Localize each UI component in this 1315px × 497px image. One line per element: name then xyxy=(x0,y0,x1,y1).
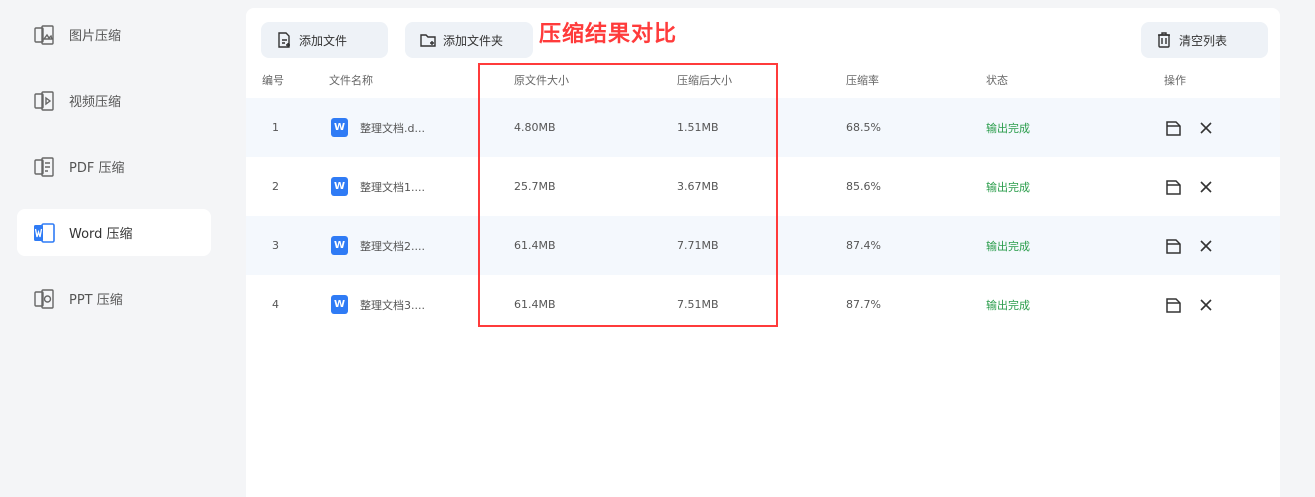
image-compress-icon xyxy=(33,24,55,46)
row-actions xyxy=(1164,275,1216,334)
sidebar-item-pdf-compress[interactable]: PDF 压缩 xyxy=(17,143,211,190)
open-folder-icon[interactable] xyxy=(1164,236,1184,256)
open-folder-icon[interactable] xyxy=(1164,177,1184,197)
file-name-text: 整理文档3.... xyxy=(360,298,425,312)
row-actions xyxy=(1164,157,1216,216)
row-file-name: W 整理文档1.... xyxy=(331,157,425,216)
open-folder-icon[interactable] xyxy=(1164,118,1184,138)
row-compressed-size: 7.71MB xyxy=(677,239,719,252)
table-header: 编号 文件名称 原文件大小 压缩后大小 压缩率 状态 操作 xyxy=(246,60,1280,98)
word-file-icon: W xyxy=(331,295,348,314)
annotation-label: 压缩结果对比 xyxy=(539,22,678,47)
row-file-name: W 整理文档.d... xyxy=(331,98,425,157)
row-compressed-size: 1.51MB xyxy=(677,121,719,134)
sidebar-item-video-compress[interactable]: 视频压缩 xyxy=(17,77,211,124)
row-status: 输出完成 xyxy=(986,239,1030,253)
row-ratio: 68.5% xyxy=(846,121,881,134)
word-file-icon: W xyxy=(331,236,348,255)
row-status: 输出完成 xyxy=(986,180,1030,194)
main-panel: 添加文件 添加文件夹 压缩结果对比 清空列表 编号 文件名称 原文件大小 压缩后… xyxy=(246,8,1280,497)
close-icon[interactable] xyxy=(1196,236,1216,256)
file-name-text: 整理文档1.... xyxy=(360,180,425,194)
header-status: 状态 xyxy=(986,74,1008,87)
add-folder-icon xyxy=(420,34,436,47)
sidebar-item-word-compress[interactable]: Word 压缩 xyxy=(17,209,211,256)
sidebar-item-image-compress[interactable]: 图片压缩 xyxy=(17,11,211,58)
row-index: 3 xyxy=(272,239,279,252)
clear-list-label: 清空列表 xyxy=(1179,33,1228,48)
row-compressed-size: 7.51MB xyxy=(677,298,719,311)
sidebar: 图片压缩 视频压缩 PDF 压缩 Word 压缩 PPT 压缩 xyxy=(0,0,225,497)
add-folder-button[interactable]: 添加文件夹 xyxy=(405,22,533,58)
file-name-text: 整理文档.d... xyxy=(360,121,425,135)
pdf-compress-icon xyxy=(33,156,55,178)
word-file-icon: W xyxy=(331,177,348,196)
add-file-button[interactable]: 添加文件 xyxy=(261,22,388,58)
row-original-size: 61.4MB xyxy=(514,239,556,252)
file-name-text: 整理文档2.... xyxy=(360,239,425,253)
add-file-icon xyxy=(278,32,290,48)
row-file-name: W 整理文档3.... xyxy=(331,275,425,334)
sidebar-item-label: 图片压缩 xyxy=(69,29,122,44)
ppt-compress-icon xyxy=(33,288,55,310)
open-folder-icon[interactable] xyxy=(1164,295,1184,315)
row-ratio: 87.4% xyxy=(846,239,881,252)
header-ratio: 压缩率 xyxy=(846,74,879,87)
clear-list-button[interactable]: 清空列表 xyxy=(1141,22,1268,58)
add-folder-label: 添加文件夹 xyxy=(443,33,504,48)
row-actions xyxy=(1164,98,1216,157)
header-actions: 操作 xyxy=(1164,74,1186,87)
row-index: 1 xyxy=(272,121,279,134)
sidebar-item-label: PDF 压缩 xyxy=(69,161,125,176)
table-row[interactable]: 1 W 整理文档.d... 4.80MB 1.51MB 68.5% 输出完成 xyxy=(246,98,1280,157)
video-compress-icon xyxy=(33,90,55,112)
trash-icon xyxy=(1158,32,1170,48)
header-file-name: 文件名称 xyxy=(329,74,373,87)
row-ratio: 85.6% xyxy=(846,180,881,193)
close-icon[interactable] xyxy=(1196,295,1216,315)
sidebar-item-label: 视频压缩 xyxy=(69,95,122,110)
sidebar-item-label: Word 压缩 xyxy=(69,227,133,242)
row-status: 输出完成 xyxy=(986,121,1030,135)
row-index: 4 xyxy=(272,298,279,311)
row-original-size: 4.80MB xyxy=(514,121,556,134)
row-ratio: 87.7% xyxy=(846,298,881,311)
row-index: 2 xyxy=(272,180,279,193)
table-row[interactable]: 2 W 整理文档1.... 25.7MB 3.67MB 85.6% 输出完成 xyxy=(246,157,1280,216)
sidebar-item-label: PPT 压缩 xyxy=(69,293,123,308)
word-file-icon: W xyxy=(331,118,348,137)
row-original-size: 25.7MB xyxy=(514,180,556,193)
close-icon[interactable] xyxy=(1196,118,1216,138)
header-compressed-size: 压缩后大小 xyxy=(677,74,732,87)
row-status: 输出完成 xyxy=(986,298,1030,312)
close-icon[interactable] xyxy=(1196,177,1216,197)
sidebar-item-ppt-compress[interactable]: PPT 压缩 xyxy=(17,275,211,322)
row-compressed-size: 3.67MB xyxy=(677,180,719,193)
row-file-name: W 整理文档2.... xyxy=(331,216,425,275)
app-window: 图片压缩 视频压缩 PDF 压缩 Word 压缩 PPT 压缩 添加文件 添加文… xyxy=(0,0,1315,497)
header-index: 编号 xyxy=(262,74,284,87)
add-file-label: 添加文件 xyxy=(299,33,348,48)
row-original-size: 61.4MB xyxy=(514,298,556,311)
table-row[interactable]: 3 W 整理文档2.... 61.4MB 7.71MB 87.4% 输出完成 xyxy=(246,216,1280,275)
row-actions xyxy=(1164,216,1216,275)
word-compress-icon xyxy=(33,222,55,244)
table-row[interactable]: 4 W 整理文档3.... 61.4MB 7.51MB 87.7% 输出完成 xyxy=(246,275,1280,334)
header-original-size: 原文件大小 xyxy=(514,74,569,87)
